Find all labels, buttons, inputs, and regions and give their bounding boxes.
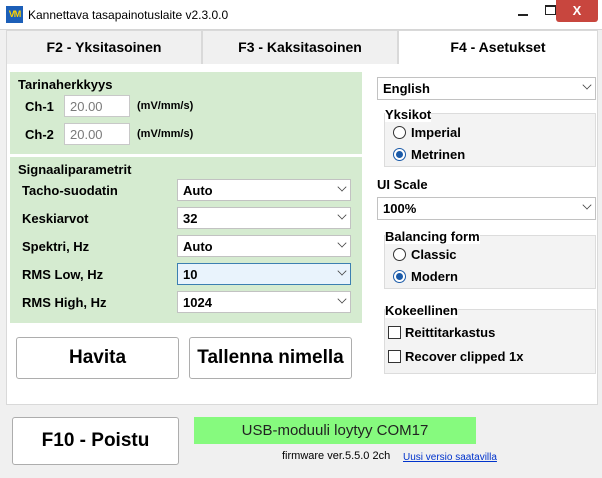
chevron-down-icon	[337, 182, 347, 192]
units-title: Yksikot	[385, 107, 432, 122]
cancel-button[interactable]: Havita	[16, 337, 179, 379]
balancing-form-title: Balancing form	[385, 229, 480, 244]
ch1-label: Ch-1	[25, 99, 54, 114]
experimental-group: Kokeellinen Reittitarkastus Recover clip…	[384, 303, 596, 374]
chevron-down-icon	[337, 210, 347, 220]
rms-high-select[interactable]: 1024	[177, 291, 351, 313]
radio-imperial[interactable]	[393, 126, 406, 139]
tab-settings[interactable]: F4 - Asetukset	[398, 30, 598, 66]
connection-status: USB-moduuli loytyy COM17	[194, 417, 476, 444]
rms-low-value: 10	[183, 267, 198, 282]
imperial-label[interactable]: Imperial	[411, 125, 461, 140]
sensitivity-title: Tarinaherkkyys	[18, 77, 113, 92]
radio-classic[interactable]	[393, 248, 406, 261]
rms-high-value: 1024	[183, 295, 212, 310]
minimize-icon	[518, 14, 528, 16]
recover-clipped-label[interactable]: Recover clipped 1x	[405, 349, 524, 364]
ch1-unit: (mV/mm/s)	[137, 100, 194, 112]
chevron-down-icon	[337, 266, 347, 276]
rms-low-select[interactable]: 10	[177, 263, 351, 285]
language-select[interactable]: English	[377, 77, 596, 100]
spectrum-label: Spektri, Hz	[22, 239, 90, 254]
close-button[interactable]: X	[556, 0, 598, 22]
rms-high-label: RMS High, Hz	[22, 295, 107, 310]
ch2-label: Ch-2	[25, 127, 54, 142]
experimental-title: Kokeellinen	[385, 303, 458, 318]
minimize-button[interactable]	[509, 0, 537, 22]
signal-parameters-group: Signaaliparametrit Tacho-suodatin Auto K…	[10, 157, 362, 323]
tab-bar: F2 - Yksitasoinen F3 - Kaksitasoinen F4 …	[6, 30, 598, 66]
signal-parameters-title: Signaaliparametrit	[18, 162, 132, 177]
averages-label: Keskiarvot	[22, 211, 89, 226]
tab-single-plane[interactable]: F2 - Yksitasoinen	[6, 30, 202, 65]
language-value: English	[383, 81, 430, 96]
sensitivity-group: Tarinaherkkyys Ch-1 20.00 (mV/mm/s) Ch-2…	[10, 72, 362, 154]
chevron-down-icon	[337, 294, 347, 304]
chevron-down-icon	[337, 238, 347, 248]
metric-label[interactable]: Metrinen	[411, 147, 465, 162]
tacho-filter-label: Tacho-suodatin	[22, 183, 118, 198]
tab-two-plane[interactable]: F3 - Kaksitasoinen	[202, 30, 398, 65]
radio-metric[interactable]	[393, 148, 406, 161]
recover-clipped-checkbox[interactable]	[388, 350, 401, 363]
classic-label[interactable]: Classic	[411, 247, 457, 262]
app-logo-icon: VM	[6, 6, 23, 23]
units-group: Yksikot Imperial Metrinen	[384, 107, 596, 167]
chevron-down-icon	[582, 200, 592, 210]
route-check-checkbox[interactable]	[388, 326, 401, 339]
ui-scale-title: UI Scale	[377, 177, 428, 192]
firmware-version: firmware ver.5.5.0 2ch	[282, 450, 391, 462]
tacho-filter-select[interactable]: Auto	[177, 179, 351, 201]
tacho-filter-value: Auto	[183, 183, 213, 198]
rms-low-label: RMS Low, Hz	[22, 267, 104, 282]
update-available-link[interactable]: Uusi versio saatavilla	[403, 452, 497, 463]
radio-modern[interactable]	[393, 270, 406, 283]
averages-value: 32	[183, 211, 198, 226]
ch2-unit: (mV/mm/s)	[137, 128, 194, 140]
ui-scale-value: 100%	[383, 201, 417, 216]
title-bar: VM Kannettava tasapainotuslaite v2.3.0.0…	[0, 0, 602, 30]
averages-select[interactable]: 32	[177, 207, 351, 229]
save-as-button[interactable]: Tallenna nimella	[189, 337, 352, 379]
balancing-form-group: Balancing form Classic Modern	[384, 229, 596, 289]
maximize-icon	[545, 5, 556, 15]
ch1-sensitivity-input[interactable]: 20.00	[64, 95, 130, 117]
ui-scale-select[interactable]: 100%	[377, 197, 596, 220]
modern-label[interactable]: Modern	[411, 269, 458, 284]
ch2-sensitivity-input[interactable]: 20.00	[64, 123, 130, 145]
window-title: Kannettava tasapainotuslaite v2.3.0.0	[28, 8, 229, 22]
spectrum-value: Auto	[183, 239, 213, 254]
spectrum-select[interactable]: Auto	[177, 235, 351, 257]
chevron-down-icon	[582, 80, 592, 90]
exit-button[interactable]: F10 - Poistu	[12, 417, 179, 465]
route-check-label[interactable]: Reittitarkastus	[405, 325, 495, 340]
